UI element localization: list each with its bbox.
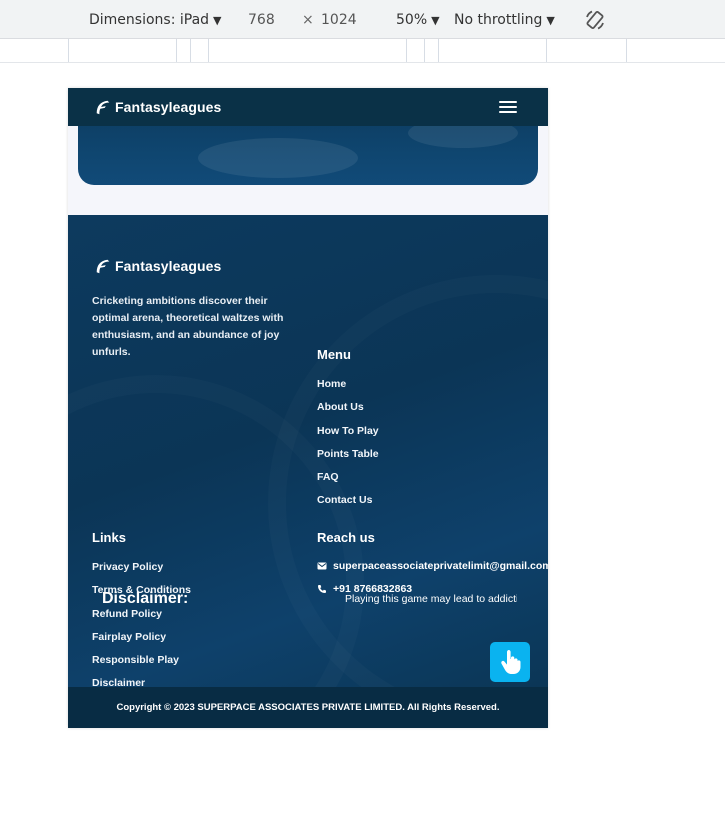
chevron-down-icon: ▼: [431, 14, 440, 27]
floating-help-button[interactable]: [490, 642, 530, 682]
menu-icon: [499, 101, 517, 103]
device-viewport: Fantasyleagues Fantasyleagues Cricketing…: [68, 88, 548, 728]
menu-icon-bar: [499, 111, 517, 113]
media-query-ruler: [0, 39, 725, 63]
link-responsible-play[interactable]: Responsible Play: [92, 653, 191, 676]
email-icon: [317, 562, 327, 570]
email-contact[interactable]: superpaceassociateprivatelimit@gmail.com: [317, 560, 548, 572]
brand-logo[interactable]: Fantasyleagues: [94, 98, 221, 116]
link-privacy-policy[interactable]: Privacy Policy: [92, 560, 191, 583]
menu-link-faq[interactable]: FAQ: [317, 470, 379, 493]
height-input[interactable]: 1024: [321, 11, 357, 29]
zoom-label: 50%: [396, 12, 428, 28]
email-address: superpaceassociateprivatelimit@gmail.com: [333, 560, 548, 572]
links-heading: Links: [92, 530, 126, 545]
brand-name: Fantasyleagues: [115, 258, 222, 274]
footer-about-text: Cricketing ambitions discover their opti…: [92, 295, 284, 358]
rotate-icon[interactable]: [583, 8, 607, 32]
menu-button[interactable]: [499, 101, 517, 114]
disclaimer-heading: Disclaimer:: [102, 590, 189, 607]
copyright-bar: Copyright © 2023 SUPERPACE ASSOCIATES PR…: [68, 687, 548, 728]
footer-brand-logo[interactable]: Fantasyleagues: [94, 257, 221, 275]
device-label: Dimensions: iPad: [89, 12, 210, 28]
logo-icon: [96, 259, 110, 274]
logo-icon: [96, 100, 110, 115]
footer-links-list: Privacy Policy Terms & Conditions Refund…: [92, 560, 191, 687]
link-fairplay-policy[interactable]: Fairplay Policy: [92, 630, 191, 653]
devtools-device-toolbar: Dimensions: iPad ▼ 768 × 1024 50% ▼ No thr…: [0, 0, 725, 39]
brand-name: Fantasyleagues: [115, 99, 222, 115]
menu-link-home[interactable]: Home: [317, 377, 379, 400]
menu-icon-bar: [499, 106, 517, 108]
phone-icon: [318, 585, 326, 593]
link-disclaimer[interactable]: Disclaimer: [92, 676, 191, 687]
zoom-dropdown[interactable]: 50% ▼: [396, 11, 440, 30]
footer-menu-list: Home About Us How To Play Points Table F…: [317, 377, 379, 517]
width-input[interactable]: 768: [248, 11, 275, 29]
menu-link-about[interactable]: About Us: [317, 400, 379, 423]
throttling-dropdown[interactable]: No throttling ▼: [454, 11, 555, 30]
device-dropdown[interactable]: Dimensions: iPad ▼: [89, 11, 222, 30]
dimension-separator: ×: [302, 12, 314, 28]
menu-link-contact[interactable]: Contact Us: [317, 493, 379, 516]
link-refund-policy[interactable]: Refund Policy: [92, 607, 191, 630]
site-header: Fantasyleagues: [68, 88, 548, 126]
site-footer: Fantasyleagues Cricketing ambitions disc…: [68, 215, 548, 687]
hand-pointer-icon: [501, 650, 521, 674]
menu-link-points-table[interactable]: Points Table: [317, 447, 379, 470]
menu-heading: Menu: [317, 347, 351, 362]
chevron-down-icon: ▼: [213, 14, 222, 27]
reach-us-heading: Reach us: [317, 530, 375, 545]
chevron-down-icon: ▼: [546, 14, 555, 27]
menu-link-how-to-play[interactable]: How To Play: [317, 424, 379, 447]
throttling-label: No throttling: [454, 12, 543, 28]
disclaimer-marquee: Playing this game may lead to addiction: [345, 593, 517, 605]
